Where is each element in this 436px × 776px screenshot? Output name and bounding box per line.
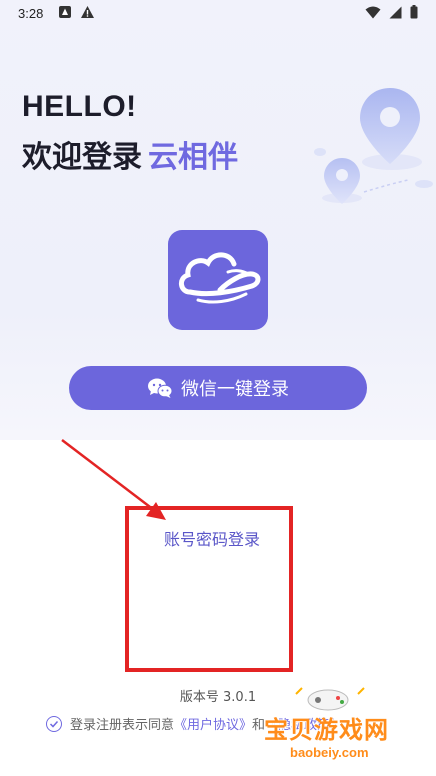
- status-time: 3:28: [18, 6, 44, 21]
- status-notifications: [58, 5, 95, 19]
- wechat-login-label: 微信一键登录: [181, 379, 289, 400]
- welcome-text: 欢迎登录: [22, 140, 142, 175]
- notification-app-icon: [59, 6, 71, 18]
- watermark-title: 宝贝游戏网: [264, 716, 389, 744]
- app-logo: [168, 230, 268, 330]
- wifi-icon: [365, 6, 381, 18]
- welcome-title: 欢迎登录 云相伴: [22, 132, 238, 176]
- agree-checkbox[interactable]: [46, 715, 62, 732]
- greeting-title: HELLO!: [22, 90, 137, 123]
- user-agreement-link[interactable]: 《用户协议》: [174, 718, 252, 733]
- annotation-highlight-box: [125, 506, 293, 672]
- signal-icon: [389, 6, 402, 18]
- wechat-icon: [148, 378, 173, 398]
- status-bar: 3:28: [0, 0, 436, 28]
- check-icon: [49, 720, 59, 728]
- battery-icon: [410, 5, 418, 19]
- status-system-icons: [365, 5, 418, 19]
- agreement-prefix: 登录注册表示同意: [70, 718, 175, 733]
- wechat-login-button[interactable]: 微信一键登录: [69, 366, 367, 410]
- cloud-logo-icon: [179, 252, 261, 304]
- brand-name: 云相伴: [148, 140, 238, 175]
- warning-icon: [81, 6, 94, 18]
- map-pin-illustration: [314, 88, 433, 204]
- watermark-url: baobeiy.com: [290, 745, 369, 760]
